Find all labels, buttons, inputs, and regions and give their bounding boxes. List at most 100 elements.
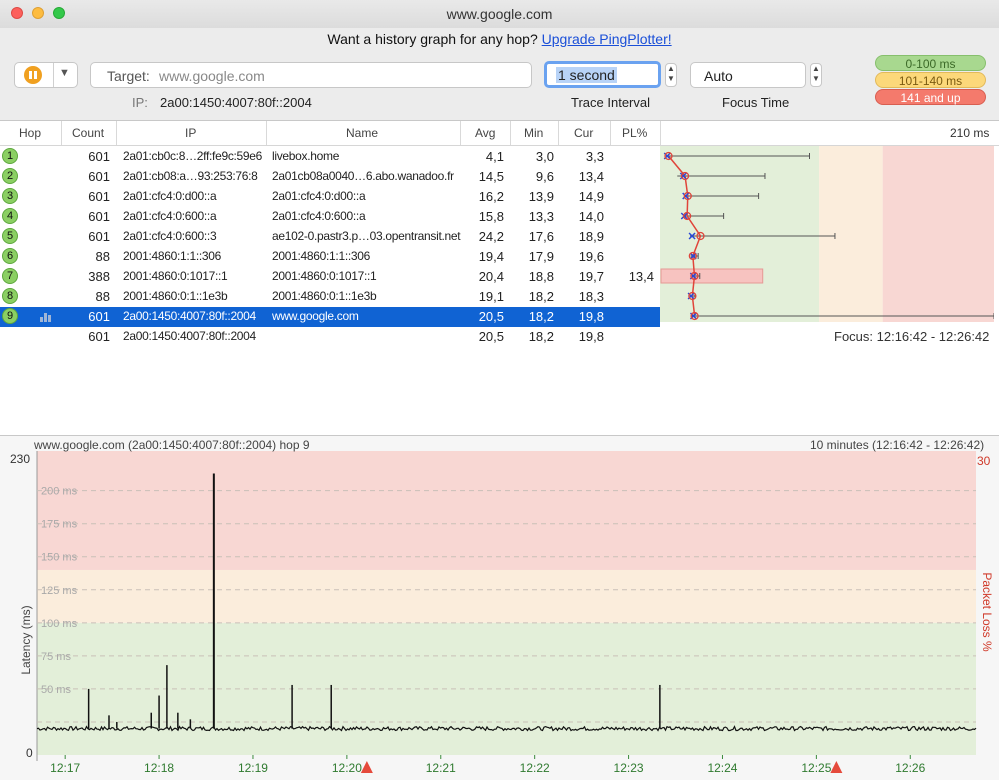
target-label: Target: [107,68,150,84]
x-tick-label: 12:23 [614,761,644,775]
target-field[interactable]: Target: [90,62,532,88]
cell-count: 601 [88,149,110,164]
column-cur[interactable]: Cur [574,126,593,140]
column-ip[interactable]: IP [185,126,196,140]
y-tick-label: 75 ms [41,651,71,663]
hop-number-badge: 2 [2,168,18,184]
cell-count: 601 [88,209,110,224]
cell-count: 88 [95,289,110,304]
x-tick-label: 12:22 [520,761,550,775]
target-input[interactable] [157,66,521,86]
cell-count: 601 [88,189,110,204]
cell-min: 9,6 [535,169,554,184]
y-tick-label: 150 ms [41,552,78,564]
upgrade-banner: Want a history graph for any hop? Upgrad… [0,31,999,47]
cell-count: 601 [88,169,110,184]
upgrade-link[interactable]: Upgrade PingPlotter! [542,31,672,47]
legend-mid-latency: 101-140 ms [875,72,986,88]
hop-number-badge: 8 [2,288,18,304]
summary-cur: 19,8 [578,329,604,344]
cell-name: 2a01:cfc4:0:d00::a [272,189,366,203]
y-tick-label: 200 ms [41,486,78,498]
cell-min: 18,2 [528,309,554,324]
packet-loss-marker[interactable] [830,761,843,773]
cell-ip: 2001:4860:0:1::1e3b [123,289,228,303]
trace-interval-stepper[interactable]: ▲ ▼ [665,63,677,87]
cell-min: 18,2 [528,289,554,304]
column-count[interactable]: Count [72,126,104,140]
summary-row: 601 2a00:1450:4007:80f::2004 20,5 18,2 1… [0,327,660,347]
cell-min: 17,6 [528,229,554,244]
title-bar: www.google.com [0,0,999,28]
cell-name: 2a01cb08a0040…6.abo.wanadoo.fr [272,169,454,183]
table-row[interactable]: 3 601 2a01:cfc4:0:d00::a 2a01:cfc4:0:d00::a… [0,187,660,207]
cell-avg: 20,5 [478,309,504,324]
focus-time-stepper[interactable]: ▲ ▼ [810,63,822,87]
table-row[interactable]: 5 601 2a01:cfc4:0:600::3 ae102-0.pastr3.p…0… [0,227,660,247]
y-max-label: 230 [10,452,30,466]
table-row[interactable]: 1 601 2a01:cb0c:8…2ff:fe9c:59e6 livebox.hom… [0,147,660,167]
cell-cur: 18,3 [578,289,604,304]
column-min[interactable]: Min [524,126,543,140]
y-tick-label: 125 ms [41,585,78,597]
table-row[interactable]: 4 601 2a01:cfc4:0:600::a 2a01:cfc4:0:600::a… [0,207,660,227]
pause-button[interactable]: ▼ [14,62,78,88]
hop-number-badge: 6 [2,248,18,264]
summary-avg: 20,5 [478,329,504,344]
table-row[interactable]: 6 88 2001:4860:1:1::306 2001:4860:1:1::306 1… [0,247,660,267]
legend-high-latency: 141 and up [875,89,986,105]
trace-interval-caption: Trace Interval [571,95,650,110]
y-min-label: 0 [26,746,33,760]
hop-latency-mini-chart[interactable] [660,146,994,322]
x-tick-label: 12:17 [50,761,80,775]
cell-cur: 19,8 [578,309,604,324]
cell-min: 17,9 [528,249,554,264]
cell-avg: 15,8 [478,209,504,224]
cell-ip: 2001:4860:1:1::306 [123,249,222,263]
summary-count: 601 [88,329,110,344]
column-packet-loss[interactable]: PL% [622,126,647,140]
cell-min: 3,0 [535,149,554,164]
cell-ip: 2a01:cfc4:0:d00::a [123,189,217,203]
column-name[interactable]: Name [346,126,378,140]
mini-zone [882,146,994,322]
legend-low-latency: 0-100 ms [875,55,986,71]
packet-loss-marker[interactable] [360,761,373,773]
cell-cur: 13,4 [578,169,604,184]
window-title: www.google.com [446,6,553,22]
upgrade-banner-text: Want a history graph for any hop? [327,31,538,47]
cell-ip: 2001:4860:0:1017::1 [123,269,228,283]
pause-icon [24,66,42,84]
cell-name: 2001:4860:0:1::1e3b [272,289,377,303]
cell-avg: 14,5 [478,169,504,184]
table-row[interactable]: 8 88 2001:4860:0:1::1e3b 2001:4860:0:1::1e3… [0,287,660,307]
trace-interval-value: 1 second [556,67,617,83]
x-tick-label: 12:25 [801,761,831,775]
hop-number-badge: 3 [2,188,18,204]
hop-number-badge: 9 [2,308,18,324]
table-row[interactable]: 2 601 2a01:cb08:a…93:253:76:8 2a01cb08a0040… [0,167,660,187]
cell-avg: 4,1 [485,149,504,164]
table-row[interactable]: 9 601 2a00:1450:4007:80f::2004 www.google.c… [0,307,660,327]
graph-bars-icon[interactable] [40,312,52,322]
hop-number-badge: 7 [2,268,18,284]
cell-name: 2a01:cfc4:0:600::a [272,209,366,223]
table-row[interactable]: 7 388 2001:4860:0:1017::1 2001:4860:0:1017:… [0,267,660,287]
cell-name: www.google.com [272,309,359,323]
latency-graph[interactable]: 200 ms 175 ms 150 ms 125 ms 100 ms 75 ms 50 ms… [0,435,999,779]
focus-time-field[interactable]: Auto [690,62,806,88]
cell-packet-loss: 13,4 [628,269,654,284]
trace-interval-field[interactable]: 1 second [544,61,661,88]
chevron-down-icon[interactable]: ▼ [59,67,70,79]
cell-cur: 19,6 [578,249,604,264]
column-avg[interactable]: Avg [475,126,495,140]
focus-range: Focus: 12:16:42 - 12:26:42 [834,329,990,344]
summary-min: 18,2 [528,329,554,344]
cell-ip: 2a01:cb08:a…93:253:76:8 [123,169,258,183]
cell-name: livebox.home [272,149,340,163]
hop-number-badge: 4 [2,208,18,224]
column-hop[interactable]: Hop [19,126,41,140]
focus-time-caption: Focus Time [722,95,790,110]
latency-zone [37,451,976,570]
packet-loss-max-label: 30 [977,454,991,468]
